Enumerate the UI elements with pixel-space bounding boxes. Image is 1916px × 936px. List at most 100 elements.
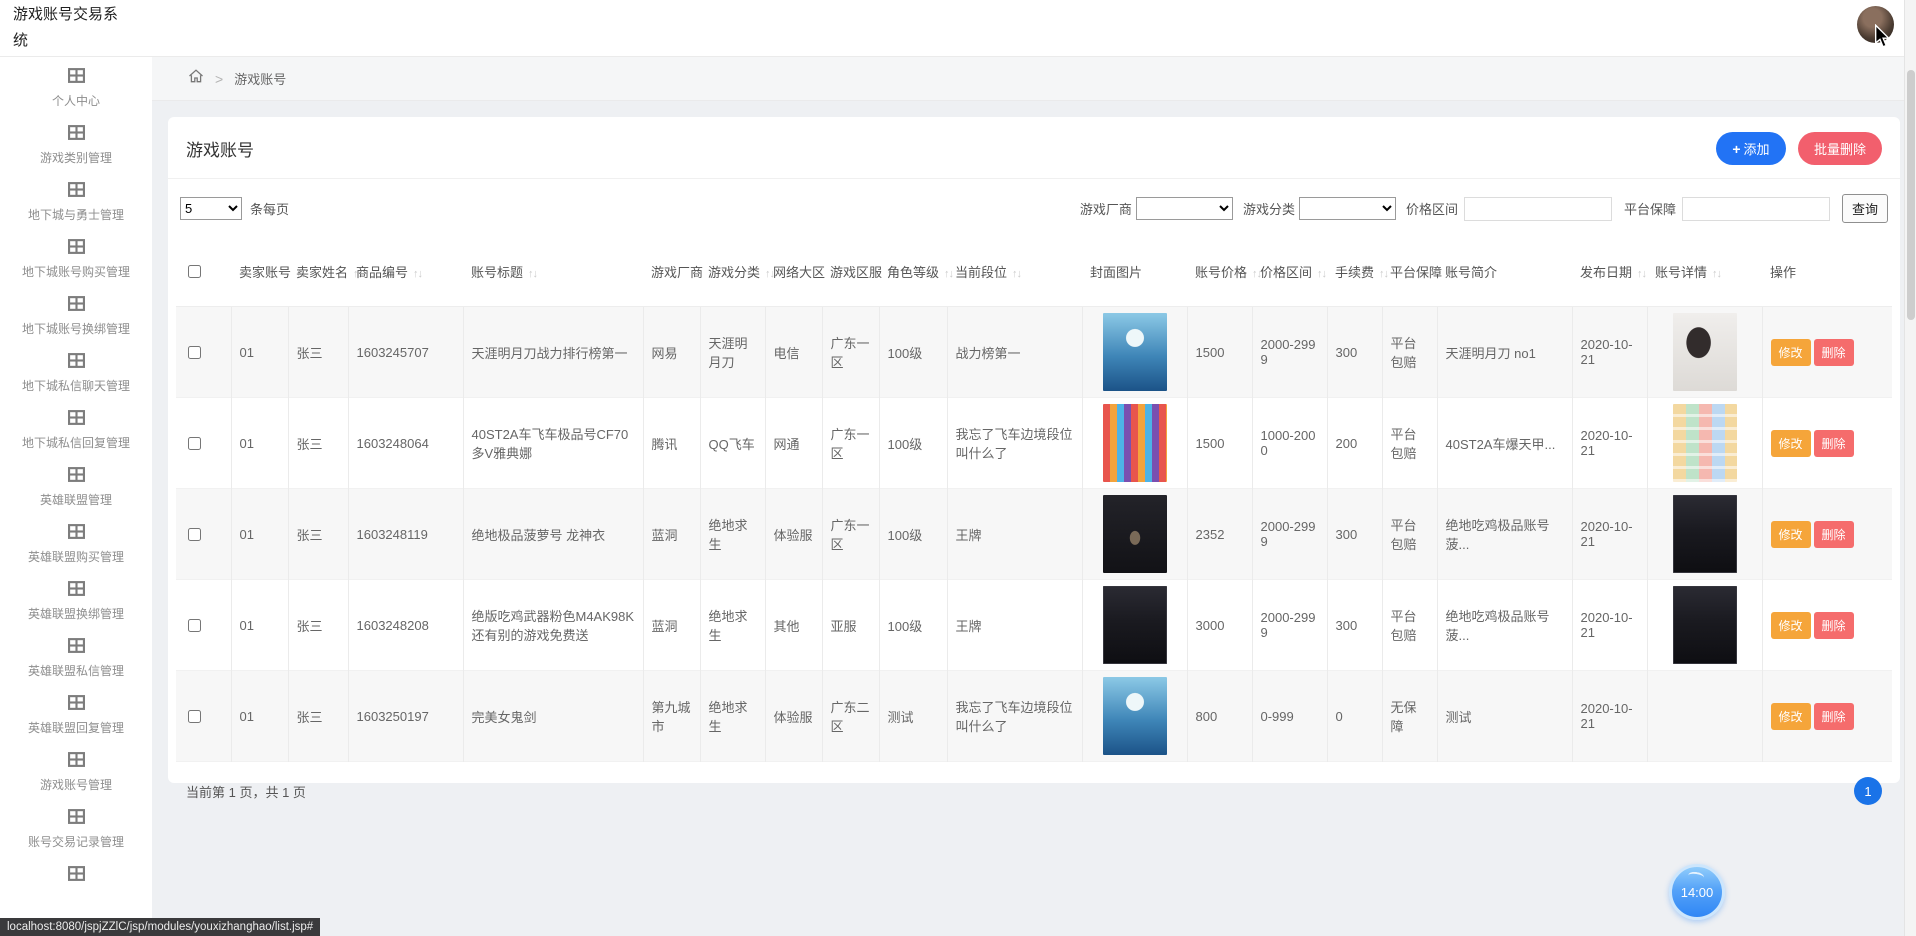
column-header[interactable]: 价格区间 <box>1252 236 1327 307</box>
add-button[interactable]: 添加 <box>1716 132 1786 165</box>
column-header-label: 游戏分类 <box>708 265 774 280</box>
delete-button[interactable]: 删除 <box>1813 611 1854 639</box>
delete-button[interactable]: 删除 <box>1813 520 1854 548</box>
detail-image <box>1672 313 1737 391</box>
cell-level: 100级 <box>879 397 948 489</box>
sidebar-item[interactable]: 地下城账号换绑管理 <box>0 285 152 342</box>
query-button[interactable]: 查询 <box>1841 194 1888 223</box>
column-header-label: 账号价格 <box>1195 265 1261 280</box>
cell-detail <box>1647 488 1763 580</box>
edit-button[interactable]: 修改 <box>1770 338 1811 366</box>
row-checkbox[interactable] <box>188 527 201 541</box>
column-header[interactable]: 账号标题 <box>463 236 643 307</box>
column-header[interactable]: 账号简介 <box>1437 236 1572 307</box>
column-header[interactable]: 角色等级 <box>879 236 953 307</box>
sidebar-item[interactable]: 英雄联盟购买管理 <box>0 513 152 570</box>
cover-image <box>1102 495 1167 573</box>
category-filter-select[interactable] <box>1298 197 1396 220</box>
cell-category: 绝地求生 <box>700 670 766 762</box>
select-all-checkbox[interactable] <box>188 264 201 278</box>
delete-button[interactable]: 删除 <box>1813 702 1854 730</box>
column-header[interactable]: 账号价格 <box>1187 236 1261 307</box>
column-header[interactable]: 封面图片 <box>1082 236 1187 307</box>
cell-detail <box>1647 670 1763 762</box>
column-header[interactable]: 卖家账号 <box>231 236 305 307</box>
cell-select <box>176 306 232 398</box>
cover-image <box>1102 586 1167 664</box>
sidebar-item[interactable]: 英雄联盟私信管理 <box>0 627 152 684</box>
header-select-all <box>176 236 231 307</box>
cell-cover <box>1082 670 1188 762</box>
edit-button[interactable]: 修改 <box>1770 429 1811 457</box>
edit-button[interactable]: 修改 <box>1770 520 1811 548</box>
cell-seller-name: 张三 <box>288 488 349 580</box>
column-header-label: 卖家姓名 <box>296 265 362 280</box>
sidebar-item[interactable]: 游戏账号管理 <box>0 741 152 798</box>
row-checkbox[interactable] <box>188 709 201 723</box>
sidebar-item[interactable]: 地下城与勇士管理 <box>0 171 152 228</box>
sidebar-item[interactable]: 地下城私信聊天管理 <box>0 342 152 399</box>
column-header[interactable]: 手续费 <box>1327 236 1388 307</box>
scrollbar-thumb[interactable] <box>1907 70 1915 320</box>
delete-button[interactable]: 删除 <box>1813 338 1854 366</box>
cell-price: 2352 <box>1187 488 1253 580</box>
cell-actions: 修改 删除 <box>1762 580 1892 671</box>
row-checkbox[interactable] <box>188 436 201 450</box>
cell-cover <box>1082 306 1188 398</box>
sidebar-item[interactable]: 账号交易记录管理 <box>0 798 152 855</box>
sidebar-item[interactable] <box>0 855 152 912</box>
sidebar-item[interactable]: 个人中心 <box>0 57 152 114</box>
batch-delete-button[interactable]: 批量删除 <box>1797 132 1882 165</box>
detail-image <box>1672 404 1737 482</box>
sidebar-item[interactable]: 地下城账号购买管理 <box>0 228 152 285</box>
sidebar-item[interactable]: 游戏类别管理 <box>0 114 152 171</box>
column-header-label: 手续费 <box>1335 265 1388 280</box>
cell-actions: 修改 删除 <box>1762 671 1892 762</box>
grid-icon <box>67 695 85 714</box>
guarantee-filter-label: 平台保障 <box>1623 202 1676 217</box>
row-checkbox[interactable] <box>188 618 201 632</box>
column-header[interactable]: 游戏厂商 <box>643 236 717 307</box>
column-header[interactable]: 平台保障 <box>1382 236 1456 307</box>
sidebar-item[interactable]: 地下城私信回复管理 <box>0 399 152 456</box>
clock-widget[interactable]: 14:00 <box>1669 864 1725 920</box>
column-header[interactable]: 游戏区服 <box>822 236 896 307</box>
column-header[interactable]: 卖家姓名 <box>288 236 362 307</box>
pagination-page-1[interactable]: 1 <box>1854 777 1882 805</box>
guarantee-input[interactable] <box>1681 196 1830 221</box>
column-header-label: 角色等级 <box>887 265 953 280</box>
sidebar-item[interactable]: 英雄联盟管理 <box>0 456 152 513</box>
cell-title: 40ST2A车飞车极品号CF70多V雅典娜 <box>463 397 644 489</box>
edit-button[interactable]: 修改 <box>1770 611 1811 639</box>
page-size-select[interactable]: 5 <box>180 197 242 220</box>
column-header[interactable]: 当前段位 <box>947 236 1082 307</box>
app-title: 游戏账号交易系统 <box>13 6 119 49</box>
cell-date: 2020-10-21 <box>1572 579 1648 671</box>
grid-icon <box>67 581 85 600</box>
user-avatar[interactable] <box>1857 6 1894 43</box>
cover-image <box>1102 404 1167 482</box>
cell-actions: 修改 删除 <box>1762 489 1892 580</box>
sidebar-item-label: 地下城与勇士管理 <box>27 208 124 222</box>
cell-price-range: 2000-2999 <box>1252 579 1328 671</box>
breadcrumb-current[interactable]: 游戏账号 <box>234 69 286 88</box>
price-range-input[interactable] <box>1463 196 1612 221</box>
column-header[interactable]: 操作 <box>1762 236 1892 307</box>
column-header[interactable]: 发布日期 <box>1572 236 1647 307</box>
sidebar-item[interactable]: 英雄联盟回复管理 <box>0 684 152 741</box>
cell-guarantee: 平台包赔 <box>1382 306 1438 398</box>
edit-button[interactable]: 修改 <box>1770 702 1811 730</box>
row-checkbox[interactable] <box>188 345 201 359</box>
cell-product-no: 1603245707 <box>348 306 464 398</box>
sidebar-item[interactable]: 英雄联盟换绑管理 <box>0 570 152 627</box>
column-header[interactable]: 游戏分类 <box>700 236 774 307</box>
column-header-label: 操作 <box>1770 264 1797 280</box>
home-icon[interactable] <box>188 68 204 89</box>
delete-button[interactable]: 删除 <box>1813 429 1854 457</box>
column-header[interactable]: 账号详情 <box>1647 236 1762 307</box>
column-header[interactable]: 商品编号 <box>348 236 463 307</box>
vendor-filter-select[interactable] <box>1135 197 1233 220</box>
cell-server: 广东一区 <box>822 488 880 580</box>
column-header[interactable]: 网络大区 <box>765 236 839 307</box>
column-header-label: 商品编号 <box>356 265 422 280</box>
